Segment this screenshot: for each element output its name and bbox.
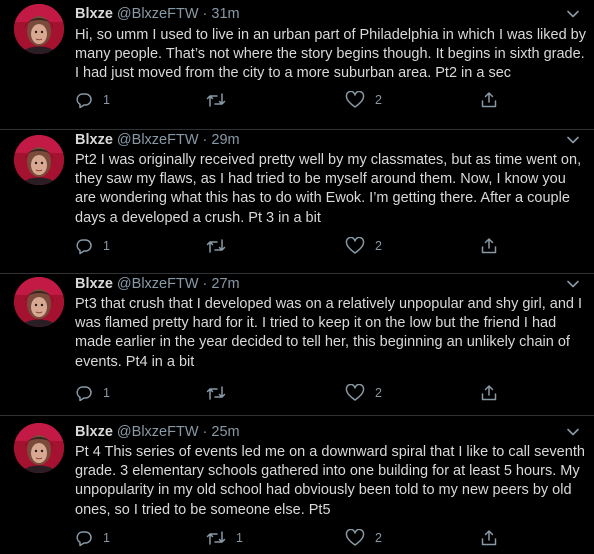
reply-icon	[76, 93, 92, 109]
like-button[interactable]: 2	[345, 383, 382, 403]
like-button[interactable]: 2	[345, 528, 382, 548]
reply-button[interactable]: 1	[75, 528, 110, 548]
timestamp[interactable]: 27m	[211, 276, 239, 292]
like-count: 2	[375, 93, 382, 107]
retweet-icon	[206, 93, 226, 107]
tweet-text: Pt3 that crush that I developed was on a…	[75, 296, 583, 370]
reply-count: 1	[103, 386, 110, 400]
retweet-icon	[206, 531, 226, 545]
tweet[interactable]: Blxze @BlxzeFTW · 29m Pt2 I was original…	[0, 130, 594, 274]
heart-icon	[345, 529, 365, 546]
tweet-actions: 1 1 2	[75, 528, 505, 548]
share-button[interactable]	[480, 528, 498, 548]
reply-button[interactable]: 1	[75, 236, 110, 256]
tweet-text: Hi, so umm I used to live in an urban pa…	[75, 27, 586, 82]
timestamp[interactable]: 31m	[211, 6, 239, 22]
timestamp[interactable]: 25m	[211, 424, 239, 440]
tweet-text: Pt2 I was originally received pretty wel…	[75, 152, 582, 226]
share-icon	[481, 92, 497, 108]
share-icon	[481, 238, 497, 254]
chevron-down-icon[interactable]	[566, 425, 580, 439]
retweet-button[interactable]	[206, 383, 236, 403]
reply-count: 1	[103, 239, 110, 253]
retweet-count: 1	[236, 531, 243, 545]
avatar[interactable]	[14, 135, 64, 185]
reply-icon	[76, 386, 92, 402]
retweet-button[interactable]	[206, 236, 236, 256]
like-count: 2	[375, 239, 382, 253]
reply-button[interactable]: 1	[75, 383, 110, 403]
retweet-button[interactable]	[206, 90, 236, 110]
heart-icon	[345, 91, 365, 108]
display-name[interactable]: Blxze	[75, 276, 113, 292]
display-name[interactable]: Blxze	[75, 6, 113, 22]
display-name[interactable]: Blxze	[75, 132, 113, 148]
share-button[interactable]	[480, 90, 498, 110]
heart-icon	[345, 237, 365, 254]
like-button[interactable]: 2	[345, 236, 382, 256]
user-handle[interactable]: @BlxzeFTW	[117, 276, 199, 292]
chevron-down-icon[interactable]	[566, 277, 580, 291]
reply-icon	[76, 239, 92, 255]
retweet-icon	[206, 386, 226, 400]
retweet-button[interactable]: 1	[206, 528, 243, 548]
avatar[interactable]	[14, 277, 64, 327]
separator: ·	[202, 6, 208, 22]
user-handle[interactable]: @BlxzeFTW	[117, 132, 199, 148]
chevron-down-icon[interactable]	[566, 7, 580, 21]
tweet-header: Blxze @BlxzeFTW · 25m	[75, 423, 240, 441]
tweet[interactable]: Blxze @BlxzeFTW · 25m Pt 4 This series o…	[0, 416, 594, 554]
separator: ·	[202, 132, 208, 148]
like-count: 2	[375, 531, 382, 545]
avatar[interactable]	[14, 423, 64, 473]
reply-count: 1	[103, 531, 110, 545]
tweet-actions: 1 2	[75, 236, 505, 256]
reply-button[interactable]: 1	[75, 90, 110, 110]
reply-icon	[76, 531, 92, 547]
share-button[interactable]	[480, 383, 498, 403]
share-button[interactable]	[480, 236, 498, 256]
display-name[interactable]: Blxze	[75, 424, 113, 440]
retweet-icon	[206, 239, 226, 253]
separator: ·	[202, 276, 208, 292]
tweet-header: Blxze @BlxzeFTW · 27m	[75, 275, 240, 293]
heart-icon	[345, 384, 365, 401]
tweet-text: Pt 4 This series of events led me on a d…	[75, 444, 585, 518]
user-handle[interactable]: @BlxzeFTW	[117, 6, 199, 22]
like-count: 2	[375, 386, 382, 400]
like-button[interactable]: 2	[345, 90, 382, 110]
tweet-actions: 1 2	[75, 383, 505, 403]
user-handle[interactable]: @BlxzeFTW	[117, 424, 199, 440]
tweet-actions: 1 2	[75, 90, 505, 110]
tweet[interactable]: Blxze @BlxzeFTW · 31m Hi, so umm I used …	[0, 0, 594, 130]
timestamp[interactable]: 29m	[211, 132, 239, 148]
share-icon	[481, 530, 497, 546]
share-icon	[481, 385, 497, 401]
tweet[interactable]: Blxze @BlxzeFTW · 27m Pt3 that crush tha…	[0, 274, 594, 416]
tweet-header: Blxze @BlxzeFTW · 29m	[75, 131, 240, 149]
tweet-header: Blxze @BlxzeFTW · 31m	[75, 5, 240, 23]
separator: ·	[202, 424, 208, 440]
chevron-down-icon[interactable]	[566, 133, 580, 147]
reply-count: 1	[103, 93, 110, 107]
avatar[interactable]	[14, 4, 64, 54]
